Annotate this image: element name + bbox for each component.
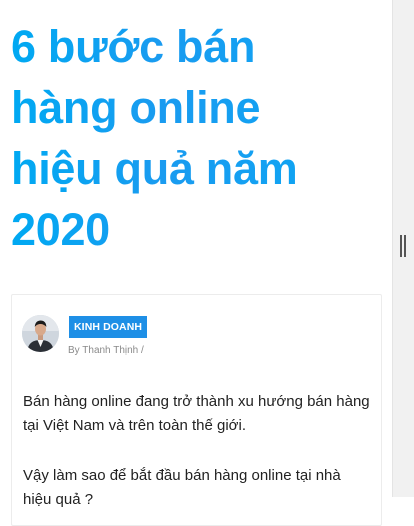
question-paragraph: Vậy làm sao để bắt đầu bán hàng online t… [23,467,341,508]
title-line-1: 6 bước bán [11,21,256,72]
article-page: 6 bước bán hàng online hiệu quả năm 2020… [0,0,392,526]
author-avatar[interactable] [22,315,59,352]
title-line-2: hàng online [11,82,261,133]
avatar-image [22,315,59,352]
vertical-scrollbar[interactable] [392,0,414,497]
article-title[interactable]: 6 bước bán hàng online hiệu quả năm 2020 [11,16,386,260]
byline: By Thanh Thịnh / [68,345,144,356]
article-card: KINH DOANH By Thanh Thịnh / Bán hàng onl… [11,294,382,526]
intro-paragraph: Bán hàng online đang trở thành xu hướng … [23,393,370,434]
title-line-4: 2020 [11,204,110,255]
title-line-3: hiệu quả năm [11,143,298,194]
grip-icon[interactable] [400,235,406,257]
author-name[interactable]: By Thanh Thịnh / [68,345,144,356]
category-badge[interactable]: KINH DOANH [69,316,148,338]
